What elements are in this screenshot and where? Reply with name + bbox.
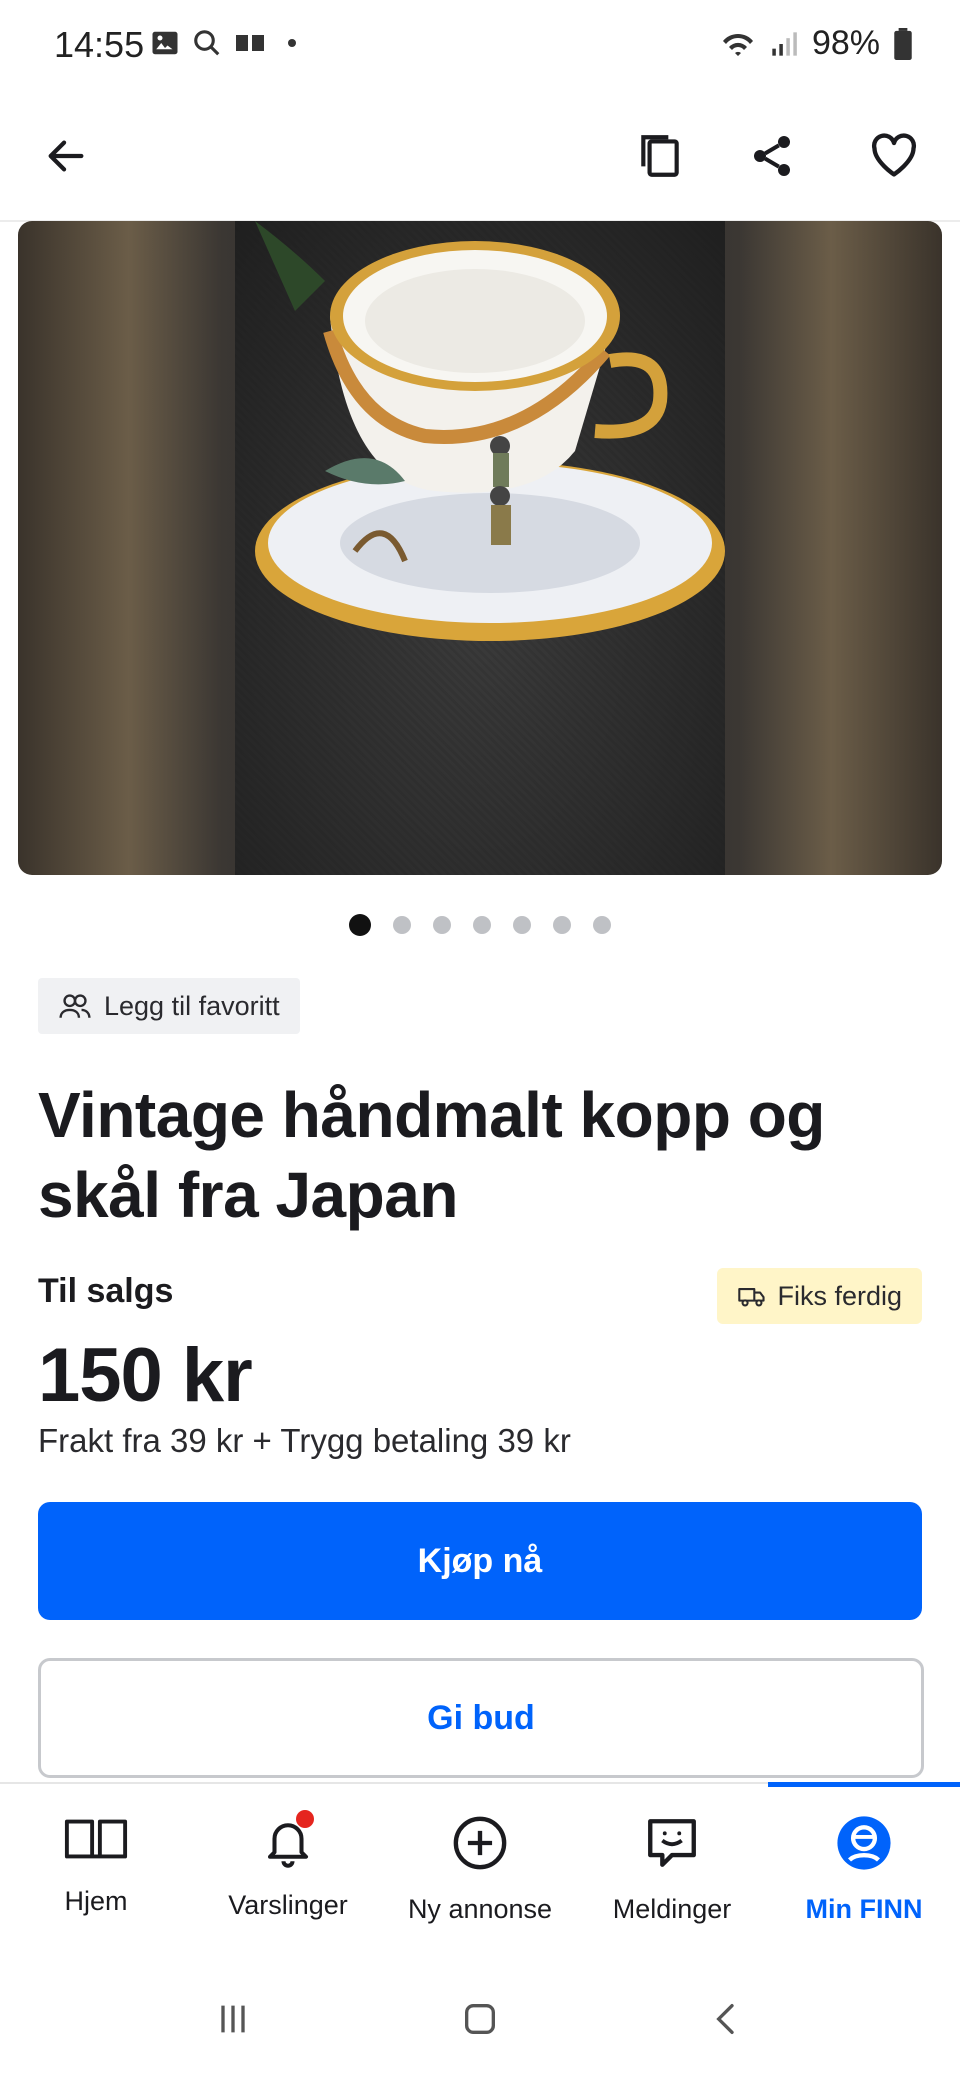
plus-circle-icon <box>453 1816 507 1870</box>
pagination-dot[interactable] <box>473 916 491 934</box>
nav-label: Varslinger <box>228 1890 348 1920</box>
home-square-icon <box>464 2003 495 2034</box>
fiks-ferdig-badge: Fiks ferdig <box>717 1268 922 1324</box>
make-bid-button[interactable]: Gi bud <box>38 1658 924 1778</box>
system-navigation <box>0 1962 960 2080</box>
pagination-dot[interactable] <box>593 916 611 934</box>
pagination-dot[interactable] <box>433 916 451 934</box>
nav-home[interactable]: Hjem <box>0 1784 192 1964</box>
battery-icon <box>894 27 912 60</box>
nav-new-ad[interactable]: Ny annonse <box>384 1784 576 1964</box>
add-to-favorites-chip[interactable]: Legg til favoritt <box>38 978 300 1034</box>
status-time: 14:55 <box>54 24 145 65</box>
truck-icon <box>738 1288 766 1307</box>
profile-icon <box>837 1816 891 1870</box>
top-toolbar <box>0 92 960 222</box>
chevron-left-icon <box>715 2003 734 2034</box>
book-icon <box>64 1819 128 1859</box>
favorite-button[interactable] <box>854 116 934 196</box>
image-icon <box>152 31 178 55</box>
recent-apps-icon <box>221 2005 245 2032</box>
pagination-dot[interactable] <box>349 914 371 936</box>
shipping-info: Frakt fra 39 kr + Trygg betaling 39 kr <box>38 1422 571 1459</box>
home-button[interactable] <box>460 1999 500 2044</box>
recent-apps-button[interactable] <box>213 1999 253 2044</box>
copy-button[interactable] <box>620 116 700 196</box>
pagination-dot[interactable] <box>553 916 571 934</box>
product-photo[interactable] <box>235 221 725 875</box>
wifi-icon <box>722 33 753 56</box>
notification-dot <box>296 1810 314 1828</box>
pagination-dot[interactable] <box>393 916 411 934</box>
arrow-left-icon <box>48 140 84 172</box>
system-back-button[interactable] <box>707 1999 747 2044</box>
teacup-illustration <box>255 221 725 641</box>
back-button[interactable] <box>26 116 106 196</box>
pagination-dot[interactable] <box>513 916 531 934</box>
battery-percentage: 98% <box>811 24 880 62</box>
buy-now-button[interactable]: Kjøp nå <box>38 1502 922 1620</box>
copy-icon <box>641 135 679 177</box>
heart-icon <box>871 133 917 177</box>
nav-messages[interactable]: Meldinger <box>576 1784 768 1964</box>
sale-label: Til salgs <box>38 1272 174 1310</box>
status-right: 98% <box>720 24 912 63</box>
price: 150 kr <box>38 1333 253 1418</box>
signal-icon <box>772 31 797 56</box>
gallery-pagination <box>0 914 960 936</box>
share-icon <box>754 136 790 176</box>
book-notification-icon <box>236 35 264 51</box>
listing-title: Vintage håndmalt kopp og skål fra Japan <box>38 1079 825 1231</box>
more-notifications-dot <box>288 39 296 47</box>
nav-label: Meldinger <box>612 1894 732 1924</box>
status-bar: 14:55 98% <box>0 0 960 92</box>
notification-icons <box>150 28 296 58</box>
nav-label: Min FINN <box>805 1894 923 1924</box>
nav-label: Ny annonse <box>407 1894 553 1924</box>
bottom-navigation: Hjem Varslinger Ny annonse Meldinger Min… <box>0 1782 960 1964</box>
search-notification-icon <box>194 30 220 56</box>
share-button[interactable] <box>732 116 812 196</box>
favorite-chip-label: Legg til favoritt <box>104 990 280 1021</box>
nav-my-finn[interactable]: Min FINN <box>768 1782 960 1964</box>
nav-notifications[interactable]: Varslinger <box>192 1784 384 1964</box>
users-icon <box>59 994 91 1018</box>
badge-label: Fiks ferdig <box>777 1280 902 1311</box>
nav-label: Hjem <box>64 1886 128 1916</box>
chat-icon <box>648 1819 696 1867</box>
image-gallery[interactable] <box>18 221 942 875</box>
